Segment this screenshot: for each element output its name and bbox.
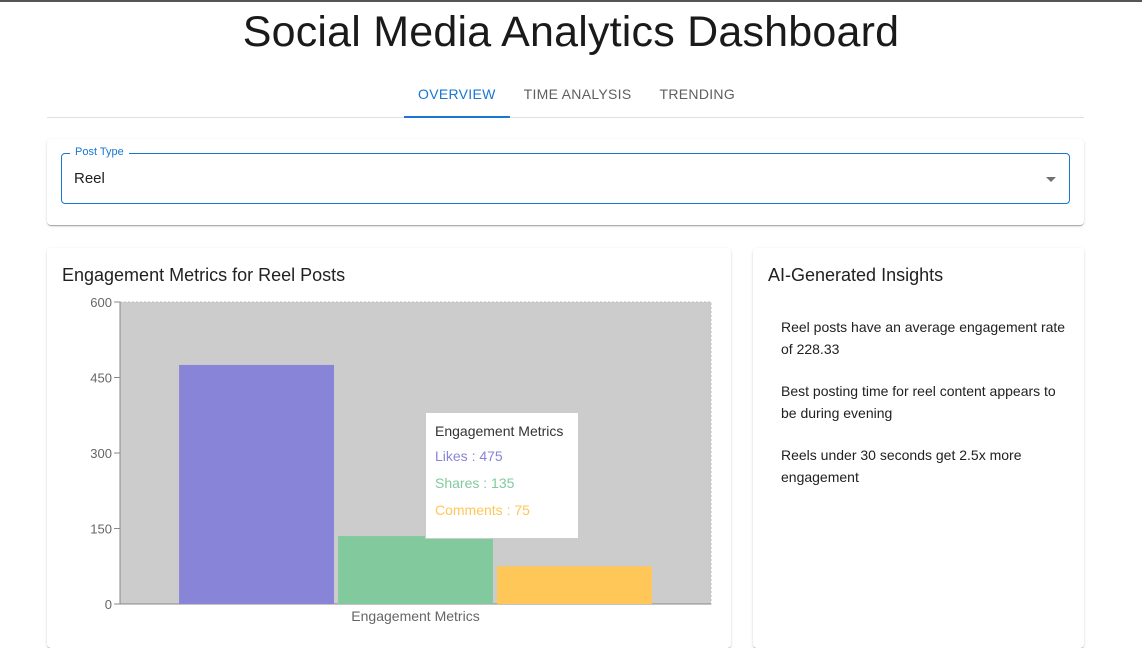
- window-top-border: [0, 0, 1142, 2]
- insight-item: Best posting time for reel content appea…: [781, 383, 1056, 421]
- bar-comments: [496, 566, 652, 604]
- insight-item: Reels under 30 seconds get 2.5x more eng…: [781, 447, 1022, 485]
- x-axis-label: Engagement Metrics: [351, 608, 479, 624]
- engagement-chart-card: Engagement Metrics for Reel Posts 0 150 30…: [47, 248, 731, 648]
- insight-item: Reel posts have an average engagement ra…: [781, 319, 1066, 357]
- y-tick-label: 600: [90, 295, 112, 310]
- y-tick-label: 450: [90, 371, 112, 386]
- tooltip-row-likes: Likes : 475: [435, 448, 503, 464]
- tab-overview[interactable]: OVERVIEW: [404, 70, 510, 118]
- y-tick-label: 150: [90, 522, 112, 537]
- y-tick-label: 300: [90, 446, 112, 461]
- bar-shares: [338, 536, 493, 604]
- insights-card-title: AI-Generated Insights: [768, 265, 944, 285]
- bar-likes: [179, 364, 335, 604]
- post-type-label: Post Type: [70, 146, 129, 158]
- chart-tooltip: Engagement Metrics Likes : 475 Shares : …: [425, 412, 579, 539]
- post-type-select[interactable]: Post Type Reel: [61, 146, 1070, 204]
- insights-list: Reel posts have an average engagement ra…: [781, 316, 1071, 508]
- tab-time-analysis[interactable]: TIME ANALYSIS: [510, 70, 646, 117]
- engagement-bar-chart: 0 150 300 450 600 Engagement Metrics: [90, 295, 712, 624]
- tooltip-row-shares: Shares : 135: [435, 475, 515, 491]
- tooltip-title: Engagement Metrics: [435, 423, 564, 439]
- page-title: Social Media Analytics Dashboard: [242, 8, 900, 56]
- insights-card: AI-Generated Insights Reel posts have an…: [753, 248, 1084, 648]
- post-type-value: Reel: [74, 170, 105, 187]
- y-tick-label: 0: [105, 597, 112, 612]
- tooltip-row-comments: Comments : 75: [435, 502, 530, 518]
- dropdown-arrow-icon[interactable]: [1046, 177, 1056, 182]
- tab-trending[interactable]: TRENDING: [646, 70, 750, 117]
- filter-card: Post Type Reel: [47, 139, 1084, 225]
- tab-bar: OVERVIEW TIME ANALYSIS TRENDING: [47, 70, 1084, 118]
